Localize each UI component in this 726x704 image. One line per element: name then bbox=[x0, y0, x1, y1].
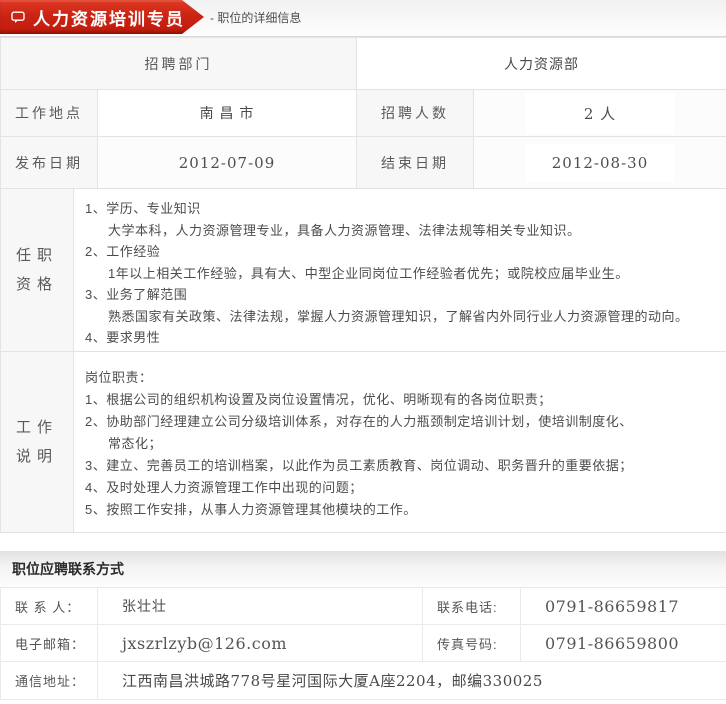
publish-date-label: 发布日期 bbox=[1, 137, 98, 189]
contact-person-value: 张壮壮 bbox=[98, 588, 423, 625]
description-line: 2、协助部门经理建立公司分级培训体系，对存在的人力瓶颈制定培训计划，使培训制度化… bbox=[85, 411, 716, 433]
job-title-ribbon: 人力资源培训专员 bbox=[0, 0, 204, 34]
fax-value: 0791-86659800 bbox=[521, 625, 726, 662]
end-date-label: 结束日期 bbox=[357, 137, 474, 189]
description-content: 岗位职责： 1、根据公司的组织机构设置及岗位设置情况，优化、明晰现有的各岗位职责… bbox=[74, 352, 726, 533]
fax-label: 传真号码: bbox=[423, 625, 521, 662]
end-date-cell: 2012-08-30 bbox=[474, 137, 726, 189]
phone-label: 联系电话: bbox=[423, 588, 521, 625]
job-title: 人力资源培训专员 bbox=[33, 5, 185, 30]
description-line: 4、及时处理人力资源管理工作中出现的问题； bbox=[85, 477, 716, 499]
description-label: 工作说明 bbox=[14, 413, 60, 471]
email-label: 电子邮箱： bbox=[1, 625, 98, 662]
qualifications-label-cell: 任职资格 bbox=[1, 189, 74, 352]
department-label: 招聘部门 bbox=[1, 38, 357, 90]
table-row: 工作地点 南 昌 市 招聘人数 2 人 bbox=[1, 90, 726, 137]
department-value: 人力资源部 bbox=[357, 38, 726, 90]
page-header: 人力资源培训专员 - 职位的详细信息 bbox=[0, 0, 726, 37]
description-label-cell: 工作说明 bbox=[1, 352, 74, 533]
qualification-line: 2、工作经验 bbox=[85, 241, 716, 263]
headcount-value: 2 人 bbox=[525, 93, 675, 134]
description-line: 1、根据公司的组织机构设置及岗位设置情况，优化、明晰现有的各岗位职责； bbox=[85, 389, 716, 411]
address-value: 江西南昌洪城路778号星河国际大厦A座2204，邮编330025 bbox=[98, 662, 726, 700]
job-info-table: 招聘部门 人力资源部 工作地点 南 昌 市 招聘人数 2 人 发布日期 2012… bbox=[0, 37, 726, 189]
speech-bubble-icon bbox=[11, 11, 25, 24]
phone-value: 0791-86659817 bbox=[521, 588, 726, 625]
description-row: 工作说明 岗位职责： 1、根据公司的组织机构设置及岗位设置情况，优化、明晰现有的… bbox=[1, 352, 726, 533]
qualification-line: 熟悉国家有关政策、法律法规，掌握人力资源管理知识，了解省内外同行业人力资源管理的… bbox=[85, 306, 716, 328]
qualifications-content: 1、学历、专业知识 大学本科，人力资源管理专业，具备人力资源管理、法律法规等相关… bbox=[74, 189, 726, 352]
address-label: 通信地址： bbox=[1, 662, 98, 700]
location-value: 南 昌 市 bbox=[98, 90, 357, 137]
section-gap bbox=[0, 533, 726, 551]
qualification-line: 大学本科，人力资源管理专业，具备人力资源管理、法律法规等相关专业知识。 bbox=[85, 220, 716, 242]
description-line: 3、建立、完善员工的培训档案，以此作为员工素质教育、岗位调动、职务晋升的重要依据… bbox=[85, 455, 716, 477]
headcount-label: 招聘人数 bbox=[357, 90, 474, 137]
table-row: 联 系 人： 张壮壮 联系电话: 0791-86659817 bbox=[1, 588, 726, 625]
contact-person-label: 联 系 人： bbox=[1, 588, 98, 625]
contact-table: 联 系 人： 张壮壮 联系电话: 0791-86659817 电子邮箱： jxs… bbox=[0, 587, 726, 700]
qualification-line: 4、要求男性 bbox=[85, 327, 716, 349]
page-subtitle: - 职位的详细信息 bbox=[210, 0, 301, 36]
location-label: 工作地点 bbox=[1, 90, 98, 137]
publish-date-value: 2012-07-09 bbox=[98, 137, 357, 189]
contact-section-heading: 职位应聘联系方式 bbox=[0, 551, 726, 587]
headcount-cell: 2 人 bbox=[474, 90, 726, 137]
qualification-line: 3、业务了解范围 bbox=[85, 284, 716, 306]
email-value: jxszrlzyb@126.com bbox=[98, 625, 423, 662]
table-row: 招聘部门 人力资源部 bbox=[1, 38, 726, 90]
qualification-line: 1、学历、专业知识 bbox=[85, 198, 716, 220]
table-row: 通信地址： 江西南昌洪城路778号星河国际大厦A座2204，邮编330025 bbox=[1, 662, 726, 700]
qualifications-label: 任职资格 bbox=[14, 241, 60, 299]
qualifications-row: 任职资格 1、学历、专业知识 大学本科，人力资源管理专业，具备人力资源管理、法律… bbox=[1, 189, 726, 352]
description-line: 5、按照工作安排，从事人力资源管理其他模块的工作。 bbox=[85, 499, 716, 521]
table-row: 发布日期 2012-07-09 结束日期 2012-08-30 bbox=[1, 137, 726, 189]
description-line: 常态化； bbox=[85, 433, 716, 455]
description-line: 岗位职责： bbox=[85, 367, 716, 389]
end-date-value: 2012-08-30 bbox=[525, 144, 675, 182]
table-row: 电子邮箱： jxszrlzyb@126.com 传真号码: 0791-86659… bbox=[1, 625, 726, 662]
qualification-line: 1年以上相关工作经验，具有大、中型企业同岗位工作经验者优先；或院校应届毕业生。 bbox=[85, 263, 716, 285]
job-sections-table: 任职资格 1、学历、专业知识 大学本科，人力资源管理专业，具备人力资源管理、法律… bbox=[0, 188, 726, 533]
